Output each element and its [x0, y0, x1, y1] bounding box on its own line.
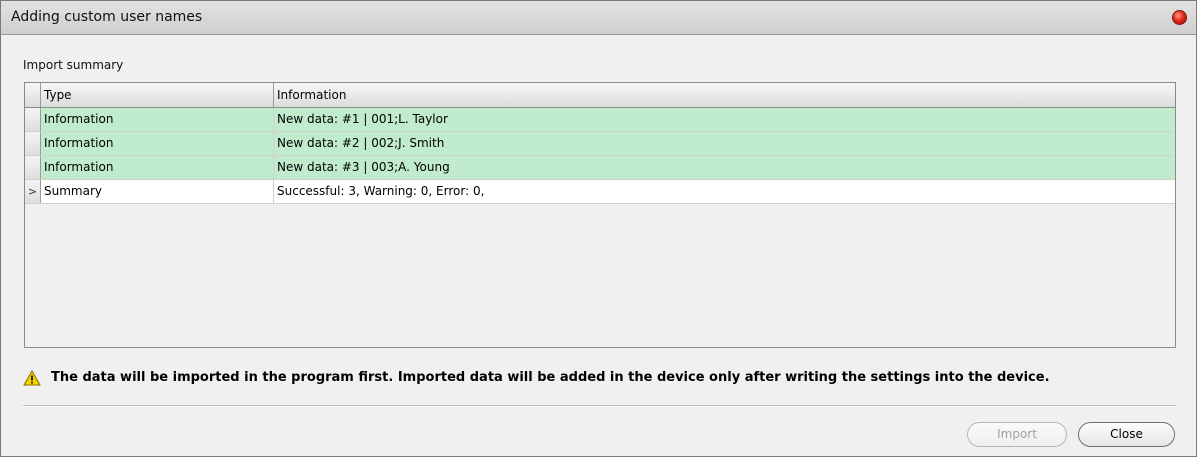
close-button[interactable]: Close [1078, 422, 1175, 447]
title-bar[interactable]: Adding custom user names [1, 1, 1196, 35]
warning-text: The data will be imported in the program… [51, 370, 1050, 385]
column-header-type[interactable]: Type [41, 83, 274, 107]
table-row[interactable]: Information New data: #1 | 001;L. Taylor [25, 108, 1175, 132]
row-selector[interactable] [25, 156, 41, 179]
import-summary-label: Import summary [23, 58, 124, 72]
import-summary-grid[interactable]: Type Information Information New data: #… [24, 82, 1176, 348]
table-row[interactable]: Information New data: #3 | 003;A. Young [25, 156, 1175, 180]
window-title: Adding custom user names [11, 9, 203, 25]
information-cell: New data: #3 | 003;A. Young [277, 160, 450, 174]
type-cell: Information [41, 132, 274, 155]
column-header-information[interactable]: Information [274, 83, 1175, 107]
warning-message: The data will be imported in the program… [23, 369, 1176, 389]
row-header-corner [25, 83, 41, 107]
type-cell: Summary [41, 180, 274, 203]
table-row[interactable]: Information New data: #2 | 002;J. Smith [25, 132, 1175, 156]
window-close-icon[interactable] [1172, 10, 1187, 25]
current-row-indicator-icon[interactable]: > [25, 180, 41, 203]
warning-icon [23, 370, 41, 386]
type-cell: Information [41, 156, 274, 179]
information-cell: New data: #1 | 001;L. Taylor [277, 112, 448, 126]
information-cell: Successful: 3, Warning: 0, Error: 0, [277, 184, 485, 198]
information-cell: New data: #2 | 002;J. Smith [277, 136, 445, 150]
table-row-summary[interactable]: > Summary Successful: 3, Warning: 0, Err… [25, 180, 1175, 204]
dialog-window: Adding custom user names Import summary … [0, 0, 1197, 457]
import-button[interactable]: Import [967, 422, 1067, 447]
grid-header: Type Information [25, 83, 1175, 108]
divider [23, 405, 1176, 407]
row-selector[interactable] [25, 108, 41, 131]
type-cell: Information [41, 108, 274, 131]
row-selector[interactable] [25, 132, 41, 155]
